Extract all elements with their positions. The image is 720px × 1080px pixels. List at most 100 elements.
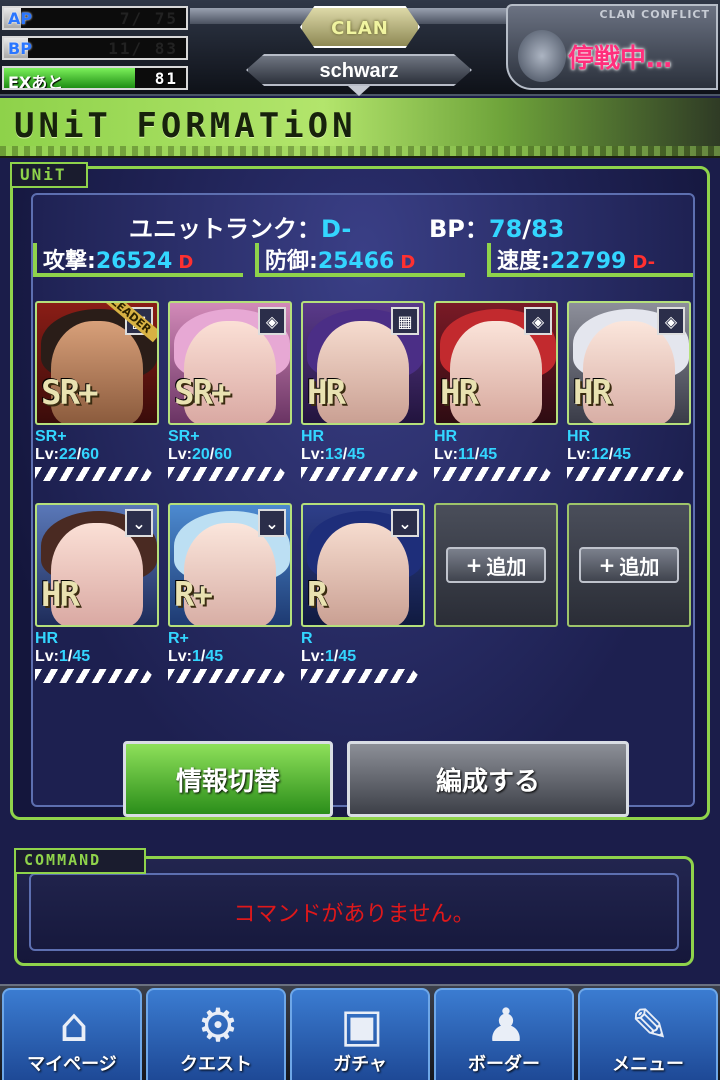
conflict-status: 停戦中… <box>568 44 673 74</box>
card-portrait[interactable]: ▦ HR <box>301 301 425 425</box>
card-level: Lv:1/45 <box>35 648 91 665</box>
page-banner: UNiT FORMATiON <box>0 98 720 158</box>
defense-value: 25466 <box>317 249 395 274</box>
defense-grade: D <box>400 252 416 273</box>
card-type-icon: ◈ <box>524 307 552 335</box>
ap-gauge: AP 7/ 75 <box>2 6 188 30</box>
card-type-icon: ◈ <box>657 307 685 335</box>
clan-emblem[interactable]: CLAN <box>300 6 420 48</box>
unit-card-7[interactable]: ⌄ R+ R+ Lv:1/45 <box>168 503 292 683</box>
empty-slot-2[interactable]: + 追加 <box>567 503 691 627</box>
unit-rank: ユニットランク：D- <box>129 209 351 244</box>
unit-card-8[interactable]: ⌄ R R Lv:1/45 <box>301 503 425 683</box>
bottom-nav: ⌂ マイページ ⚙ クエスト ▣ ガチャ ♟ ボーダー ✎ メニュー <box>0 984 720 1080</box>
gacha-icon: ▣ <box>340 998 384 1052</box>
unit-card-1[interactable]: ▦ LEADER SR+ SR+ Lv:22/60 <box>35 301 159 481</box>
unit-card-6[interactable]: ⌄ HR HR Lv:1/45 <box>35 503 159 683</box>
command-section-tag: COMMAND <box>14 848 146 874</box>
card-level-prefix: Lv: <box>168 446 192 463</box>
home-icon: ⌂ <box>59 998 89 1052</box>
add-label: 追加 <box>619 554 660 579</box>
nav-mypage[interactable]: ⌂ マイページ <box>2 988 142 1080</box>
unit-card-4[interactable]: ◈ HR HR Lv:11/45 <box>434 301 558 481</box>
empty-slot-1[interactable]: + 追加 <box>434 503 558 627</box>
card-level: Lv:13/45 <box>301 446 366 463</box>
card-rarity-art: R <box>307 575 328 615</box>
card-rarity: HR <box>301 428 325 445</box>
conflict-art-image <box>518 30 566 82</box>
add-card-button[interactable]: + 追加 <box>446 547 546 583</box>
card-type-icon: ◈ <box>258 307 286 335</box>
card-level: Lv:12/45 <box>567 446 632 463</box>
card-level-max: 60 <box>214 446 233 463</box>
card-level-prefix: Lv: <box>35 446 59 463</box>
card-portrait[interactable]: ⌄ HR <box>35 503 159 627</box>
card-portrait[interactable]: ◈ HR <box>567 301 691 425</box>
command-message: コマンドがありません。 <box>233 902 475 927</box>
add-card-button[interactable]: + 追加 <box>579 547 679 583</box>
clan-conflict-panel[interactable]: CLAN CONFLICT 停戦中… <box>506 4 718 90</box>
plus-icon: + <box>598 553 616 577</box>
card-rarity-art: R+ <box>174 575 213 615</box>
attack-label: 攻撃: <box>43 249 96 274</box>
card-level-prefix: Lv: <box>168 648 192 665</box>
card-rarity-art: HR <box>41 575 80 615</box>
page-title: UNiT FORMATiON <box>14 106 357 146</box>
unit-section-tag: UNiT <box>10 162 88 188</box>
card-rarity: HR <box>35 630 59 647</box>
card-portrait[interactable]: ⌄ R <box>301 503 425 627</box>
ex-gauge: EXあと 81 <box>2 66 188 90</box>
card-portrait[interactable]: ◈ SR+ <box>168 301 292 425</box>
card-level: Lv:1/45 <box>168 648 224 665</box>
unit-card-2[interactable]: ◈ SR+ SR+ Lv:20/60 <box>168 301 292 481</box>
unit-bp: BP：78/83 <box>429 209 564 244</box>
card-level-max: 45 <box>72 648 91 665</box>
border-icon: ♟ <box>485 998 527 1052</box>
clan-name: schwarz <box>319 60 399 82</box>
unit-rank-label: ユニットランク： <box>129 215 321 243</box>
ex-value: 81 <box>154 69 178 88</box>
card-art-face <box>317 523 409 625</box>
bp-label: BP <box>8 39 32 58</box>
card-portrait[interactable]: ▦ LEADER SR+ <box>35 301 159 425</box>
add-label: 追加 <box>486 554 527 579</box>
card-rarity: HR <box>434 428 458 445</box>
nav-gacha[interactable]: ▣ ガチャ <box>290 988 430 1080</box>
card-level-current: 12 <box>591 446 609 463</box>
card-level: Lv:11/45 <box>434 446 498 463</box>
card-exp-arrows <box>567 467 685 481</box>
unit-bp-max: 83 <box>531 215 565 243</box>
attack-value: 26524 <box>95 249 173 274</box>
nav-label: ボーダー <box>468 1054 540 1075</box>
quest-icon: ⚙ <box>197 998 239 1052</box>
formation-button[interactable]: 編成する <box>347 741 629 817</box>
nav-menu[interactable]: ✎ メニュー <box>578 988 718 1080</box>
nav-border[interactable]: ♟ ボーダー <box>434 988 574 1080</box>
card-exp-arrows <box>35 467 153 481</box>
card-level-prefix: Lv: <box>35 648 59 665</box>
clan-label: CLAN <box>331 18 389 39</box>
card-exp-arrows <box>301 467 419 481</box>
bp-value: 11/ 83 <box>108 39 178 58</box>
clan-name-plate[interactable]: schwarz <box>246 54 472 86</box>
card-rarity-art: SR+ <box>41 373 98 413</box>
ap-value: 7/ 75 <box>119 9 178 28</box>
unit-bp-label: BP： <box>429 215 489 243</box>
unit-card-3[interactable]: ▦ HR HR Lv:13/45 <box>301 301 425 481</box>
nav-quest[interactable]: ⚙ クエスト <box>146 988 286 1080</box>
card-portrait[interactable]: ◈ HR <box>434 301 558 425</box>
nav-label: メニュー <box>612 1054 684 1075</box>
defense-stat: 防御:25466 D <box>255 243 465 277</box>
info-toggle-button[interactable]: 情報切替 <box>123 741 333 817</box>
card-level-max: 45 <box>338 648 357 665</box>
card-level-max: 60 <box>81 446 100 463</box>
nav-label: ガチャ <box>333 1054 387 1075</box>
card-rarity: R <box>301 630 313 647</box>
defense-label: 防御: <box>265 249 318 274</box>
card-type-icon: ⌄ <box>258 509 286 537</box>
unit-card-5[interactable]: ◈ HR HR Lv:12/45 <box>567 301 691 481</box>
card-level: Lv:1/45 <box>301 648 357 665</box>
card-portrait[interactable]: ⌄ R+ <box>168 503 292 627</box>
nav-label: マイページ <box>27 1054 117 1075</box>
card-level: Lv:22/60 <box>35 446 100 463</box>
